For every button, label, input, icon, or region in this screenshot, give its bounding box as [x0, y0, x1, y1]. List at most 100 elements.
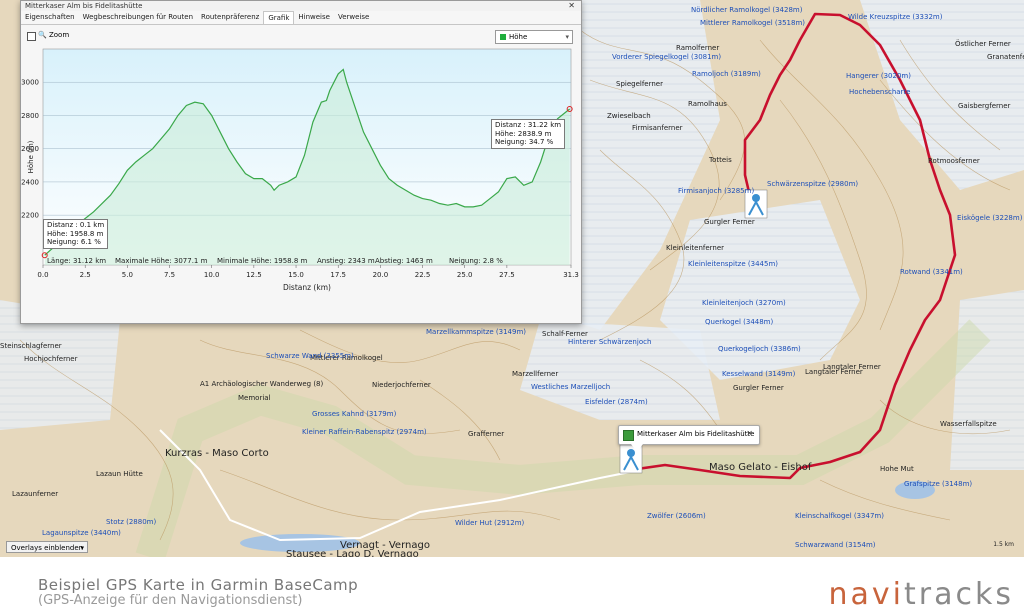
tooltip-start-line: Höhe: 1958.8 m — [47, 229, 104, 238]
y-tick-label: 2200 — [21, 212, 39, 220]
caption-title: Beispiel GPS Karte in Garmin BaseCamp — [38, 576, 359, 594]
metric-select[interactable]: Höhe ▾ — [495, 30, 573, 44]
navitracks-logo: navitracks — [829, 577, 1014, 612]
map-label: Grafspitze (3148m) — [904, 480, 973, 488]
map-label: Hinterer Schwärzenjoch — [568, 338, 652, 346]
window-close-icon[interactable]: ✕ — [568, 1, 575, 11]
x-tick-label: 2.5 — [80, 271, 91, 279]
map-label: Hochjochferner — [24, 355, 78, 363]
metric-select-value: Höhe — [509, 33, 528, 41]
map-label: Rotwand (3341m) — [900, 268, 963, 276]
map-label: Kesselwand (3149m) — [722, 370, 796, 378]
map-label: Ramolferner — [676, 44, 720, 52]
map-label: Lazaun Hütte — [96, 470, 143, 478]
tab-0[interactable]: Eigenschaften — [21, 11, 79, 24]
map-label: Eiskögele (3228m) — [957, 214, 1023, 222]
map-label: Westliches Marzelljoch — [531, 383, 611, 391]
map-label: Wilde Kreuzspitze (3332m) — [848, 13, 943, 21]
caption-subtitle: (GPS-Anzeige für den Navigationsdienst) — [38, 593, 303, 608]
glacier-area — [950, 290, 1024, 470]
map-label: Kleinleitenferner — [666, 244, 725, 252]
x-tick-label: 12.5 — [246, 271, 262, 279]
map-label: Hochebenscharte — [849, 88, 911, 96]
popup-close-icon[interactable]: ✕ — [746, 429, 753, 438]
x-tick-label: 20.0 — [373, 271, 389, 279]
chevron-down-icon: ▾ — [565, 33, 569, 41]
map-label: Wilder Hut (2912m) — [455, 519, 525, 527]
tooltip-end-line: Höhe: 2838.9 m — [495, 129, 552, 138]
popup-tail — [631, 444, 643, 452]
profile-stat: Anstieg: 2343 m — [317, 257, 375, 265]
map-label: Gurgler Ferner — [704, 218, 755, 226]
tab-5[interactable]: Verweise — [334, 11, 373, 24]
map-label: Maso Gelato - Eishof — [709, 462, 812, 473]
map-label: Kleiner Raffein-Rabenspitz (2974m) — [302, 428, 427, 436]
window-titlebar[interactable]: Mitterkaser Alm bis Fidelitashütte ✕ — [21, 1, 581, 11]
profile-toolbar: 🔍 Zoom Höhe ▾ — [21, 25, 581, 45]
map-label: Rotmoosferner — [928, 157, 980, 165]
map-label: A1 Archäologischer Wanderweg (8) — [200, 380, 324, 388]
map-label: Kleinschalfkogel (3347m) — [795, 512, 884, 520]
map-label: Schalf-Ferner — [542, 330, 588, 338]
x-axis-label: Distanz (km) — [283, 283, 331, 292]
profile-stat: Neigung: 2.8 % — [449, 257, 503, 265]
tooltip-start-line: Distanz : 0.1 km — [47, 221, 105, 229]
popup-title: Mitterkaser Alm bis Fidelitashütte — [637, 430, 755, 438]
tab-4[interactable]: Hinweise — [294, 11, 334, 24]
tab-3[interactable]: Grafik — [263, 11, 295, 24]
x-tick-label: 25.0 — [457, 271, 473, 279]
zoom-label: 🔍 Zoom — [38, 31, 70, 39]
map-label: Ramoljoch (3189m) — [692, 70, 761, 78]
overlays-dropdown[interactable]: Overlays einblenden ▾ — [6, 541, 88, 553]
metric-swatch — [500, 34, 506, 40]
elevation-chart[interactable]: 2200 2400 2600 2800 3000 0.0 2.5 5.0 7.5 10.0 12.5… — [21, 45, 581, 323]
map-label: Firmisanjoch (3285m) — [678, 187, 755, 195]
map-label: Grosses Kahnd (3179m) — [312, 410, 397, 418]
map-label: Totteis — [709, 156, 732, 164]
map-label: Schwarzwand (3154m) — [795, 541, 876, 549]
x-tick-label: 15.0 — [288, 271, 304, 279]
tooltip-end: Distanz : 31.22 km Höhe: 2838.9 m Neigun… — [491, 119, 566, 149]
route-popup[interactable]: Mitterkaser Alm bis Fidelitashütte ✕ — [618, 425, 760, 452]
map-label: Stotz (2880m) — [106, 518, 157, 526]
tab-2[interactable]: Routenpräferenz — [197, 11, 263, 24]
elevation-chart-svg[interactable]: 220024002600280030000.0 2.5 5.0 7.5 10.0 12.5… — [21, 45, 581, 323]
tab-bar: Eigenschaften Wegbeschreibungen für Route… — [21, 11, 581, 25]
y-tick-label: 3000 — [21, 79, 39, 87]
tab-1[interactable]: Wegbeschreibungen für Routen — [79, 11, 197, 24]
map-label: Wasserfallspitze — [940, 420, 997, 428]
map-label: Steinschlagferner — [0, 342, 62, 350]
x-tick-label: 0.0 — [37, 271, 48, 279]
tooltip-end-line: Distanz : 31.22 km — [495, 121, 562, 129]
profile-stat: Abstieg: 1463 m — [375, 257, 433, 265]
map-label: Zwieselbach — [607, 112, 651, 120]
map-label: Marzellferner — [512, 370, 559, 378]
map-label: Querkogel (3448m) — [705, 318, 774, 326]
y-axis-label: Höhe (m) — [27, 140, 35, 173]
y-tick-label: 2400 — [21, 178, 39, 186]
zoom-checkbox[interactable] — [27, 32, 36, 41]
map-label: Östlicher Ferner — [955, 40, 1011, 48]
tooltip-end-line: Neigung: 34.7 % — [495, 138, 554, 146]
map-label: Querkogeljoch (3386m) — [718, 345, 801, 353]
map-label: Schwarze Wand (3355m) — [266, 352, 354, 360]
x-tick-label: 5.0 — [122, 271, 133, 279]
map-label: Nördlicher Ramolkogel (3428m) — [691, 6, 803, 14]
overlays-label: Overlays einblenden — [11, 544, 84, 552]
map-label: Stausee - Lago D. Vernago — [286, 549, 419, 557]
x-tick-label: 31.3 — [563, 271, 579, 279]
elevation-profile-window[interactable]: Mitterkaser Alm bis Fidelitashütte ✕ Eig… — [20, 0, 582, 324]
map-label: Niederjochferner — [372, 381, 431, 389]
tooltip-start: Distanz : 0.1 km Höhe: 1958.8 m Neigung:… — [43, 219, 109, 249]
x-tick-label: 17.5 — [330, 271, 346, 279]
x-tick-label: 27.5 — [499, 271, 515, 279]
map-label: Granatenferner — [987, 53, 1024, 61]
map-label: Schwärzenspitze (2980m) — [767, 180, 859, 188]
x-tick-label: 22.5 — [415, 271, 431, 279]
map-label: Kurzras - Maso Corto — [165, 448, 269, 459]
map-label: Kleinleitenjoch (3270m) — [702, 299, 786, 307]
map-label: Vorderer Spiegelkogel (3081m) — [612, 53, 722, 61]
scale-bar: 1.5 km — [993, 541, 1014, 548]
map-label: Langtaler Ferner — [805, 368, 863, 376]
map-label: Lazaunferner — [12, 490, 59, 498]
